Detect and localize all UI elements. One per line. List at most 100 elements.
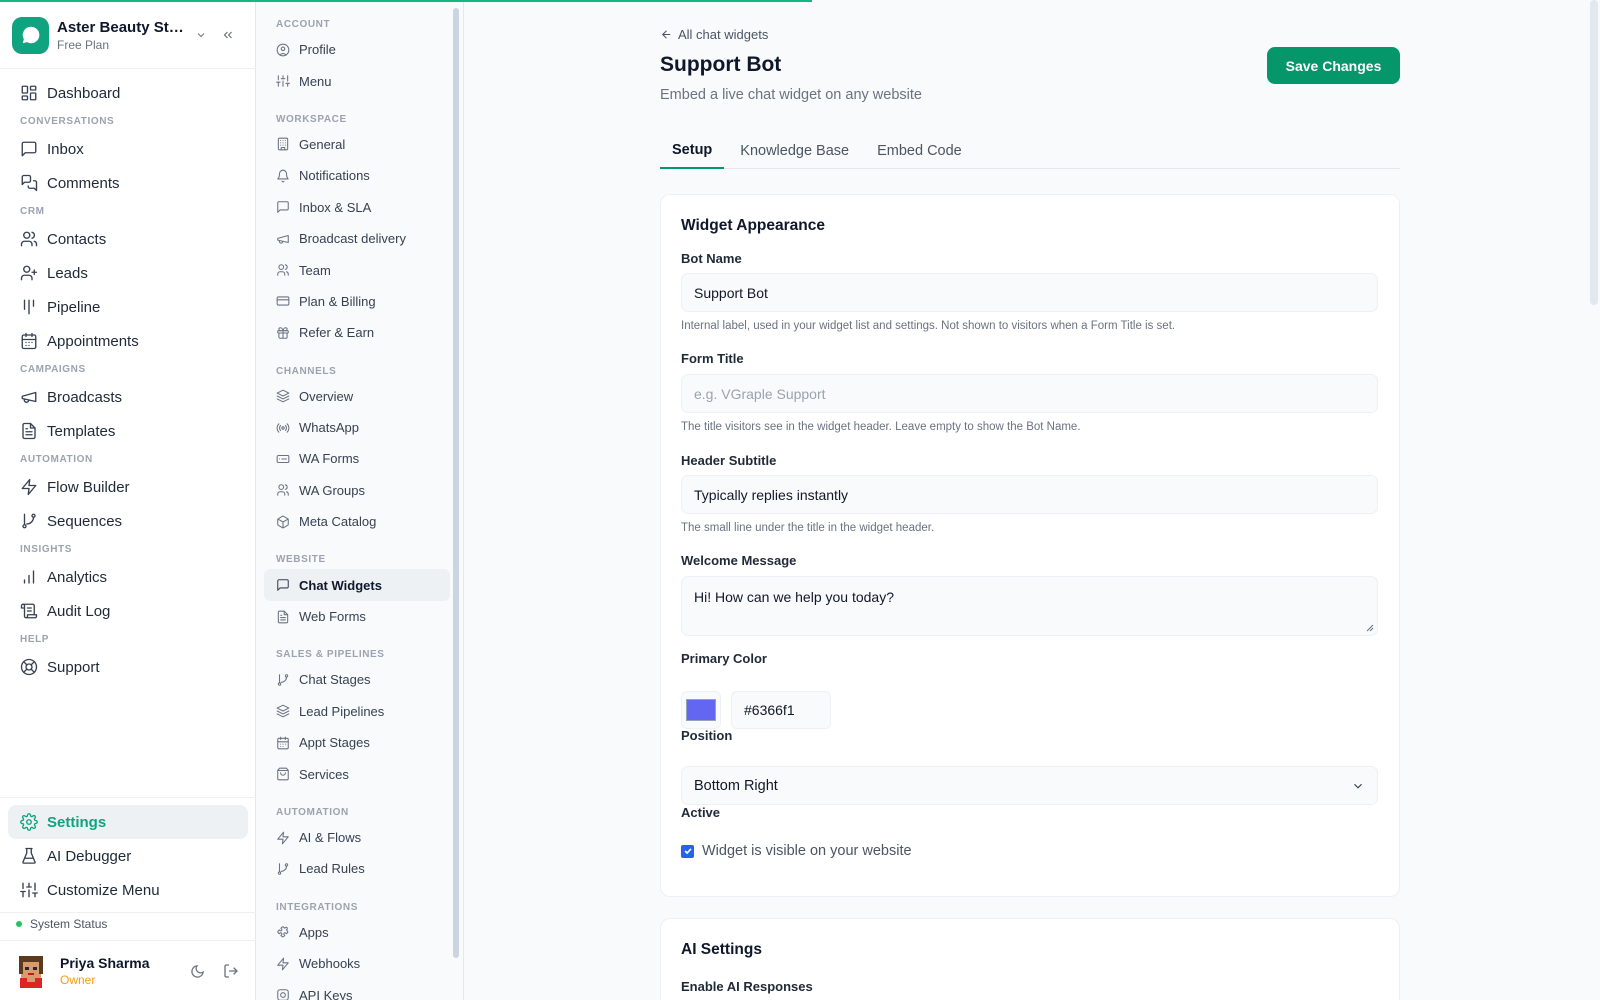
chevron-down-icon[interactable] <box>195 29 207 41</box>
sidebar-item-broadcasts[interactable]: Broadcasts <box>8 380 248 414</box>
active-checkbox[interactable] <box>681 844 694 858</box>
system-status[interactable]: System Status <box>16 917 107 931</box>
settings-sidebar: ACCOUNT Profile Menu WORKSPACE General Notifi… <box>256 0 464 1000</box>
tab-bar: Setup Knowledge Base Embed Code <box>660 132 1400 169</box>
avatar[interactable] <box>16 954 46 988</box>
workspace-name: Aster Beauty Stu... <box>57 18 189 36</box>
sidebar-item-inbox[interactable]: Inbox <box>8 132 248 166</box>
back-link[interactable]: All chat widgets <box>660 27 768 42</box>
nav-section-campaigns: CAMPAIGNS <box>20 363 86 375</box>
settings-item-chat-widgets[interactable]: Chat Widgets <box>264 569 450 601</box>
settings-item-label: WA Groups <box>299 482 365 498</box>
sidebar-item-sequences[interactable]: Sequences <box>8 504 248 538</box>
sidebar-item-dashboard[interactable]: Dashboard <box>8 76 248 110</box>
header-subtitle-input[interactable]: Typically replies instantly <box>681 475 1378 514</box>
tab-embed-code[interactable]: Embed Code <box>865 132 974 169</box>
settings-item-ai-and-flows[interactable]: AI & Flows <box>264 822 450 853</box>
settings-scrollbar[interactable] <box>453 8 459 958</box>
settings-item-webhooks[interactable]: Webhooks <box>264 948 450 979</box>
sidebar-item-contacts[interactable]: Contacts <box>8 222 248 256</box>
sidebar-item-support[interactable]: Support <box>8 650 248 684</box>
settings-item-web-forms[interactable]: Web Forms <box>264 601 450 632</box>
bot-name-input[interactable]: Support Bot <box>681 273 1378 312</box>
form-title-label: Form Title <box>681 351 744 366</box>
save-button[interactable]: Save Changes <box>1267 47 1400 84</box>
resize-handle-icon[interactable] <box>1366 624 1374 632</box>
collapse-sidebar-icon[interactable] <box>221 28 235 42</box>
settings-item-menu[interactable]: Menu <box>264 65 450 96</box>
sidebar-item-audit-log[interactable]: Audit Log <box>8 594 248 628</box>
settings-item-api-keys[interactable]: API Keys <box>264 979 450 1000</box>
workspace-switcher[interactable]: Aster Beauty Stu... Free Plan <box>12 15 244 55</box>
settings-item-inbox-and-sla[interactable]: Inbox & SLA <box>264 192 450 223</box>
settings-item-profile[interactable]: Profile <box>264 34 450 65</box>
settings-item-team[interactable]: Team <box>264 254 450 285</box>
bot-name-label: Bot Name <box>681 251 742 266</box>
settings-item-overview[interactable]: Overview <box>264 381 450 412</box>
sidebar-item-label: Customize Menu <box>47 881 160 899</box>
sidebar-item-analytics[interactable]: Analytics <box>8 560 248 594</box>
workspace-logo-icon <box>12 16 49 54</box>
inbox-icon <box>20 140 38 158</box>
active-label: Active <box>681 805 721 820</box>
settings-item-whatsapp[interactable]: WhatsApp <box>264 412 450 443</box>
settings-item-meta-catalog[interactable]: Meta Catalog <box>264 506 450 537</box>
gear-icon <box>20 813 38 831</box>
settings-item-refer-and-earn[interactable]: Refer & Earn <box>264 317 450 348</box>
color-picker[interactable] <box>681 691 721 729</box>
sidebar-item-pipeline[interactable]: Pipeline <box>8 290 248 324</box>
settings-item-apps[interactable]: Apps <box>264 917 450 948</box>
gift-icon <box>276 326 290 340</box>
page-scrollbar[interactable] <box>1590 0 1598 305</box>
bolt-icon <box>276 957 290 971</box>
sidebar-item-settings[interactable]: Settings <box>8 805 248 839</box>
settings-section-account: ACCOUNT <box>276 19 331 30</box>
settings-item-plan-and-billing[interactable]: Plan & Billing <box>264 286 450 317</box>
active-checkbox-label[interactable]: Widget is visible on your website <box>702 843 912 859</box>
settings-item-lead-rules[interactable]: Lead Rules <box>264 853 450 884</box>
sidebar-item-flow-builder[interactable]: Flow Builder <box>8 470 248 504</box>
divider <box>0 912 256 913</box>
sidebar-item-ai-debugger[interactable]: AI Debugger <box>8 839 248 873</box>
settings-item-label: Overview <box>299 388 354 404</box>
moon-icon[interactable] <box>190 964 205 979</box>
settings-item-services[interactable]: Services <box>264 758 450 789</box>
position-select[interactable]: Bottom Right <box>681 766 1378 805</box>
inbox-icon <box>276 200 290 214</box>
color-swatch <box>686 699 716 721</box>
settings-item-wa-groups[interactable]: WA Groups <box>264 475 450 506</box>
settings-item-wa-forms[interactable]: WA Forms <box>264 443 450 474</box>
sidebar-item-label: Appointments <box>47 332 139 350</box>
settings-item-label: Chat Stages <box>299 672 371 688</box>
sidebar-item-customize-menu[interactable]: Customize Menu <box>8 873 248 907</box>
tab-knowledge-base[interactable]: Knowledge Base <box>728 132 861 169</box>
settings-item-general[interactable]: General <box>264 129 450 160</box>
color-hex-input[interactable]: #6366f1 <box>731 691 831 729</box>
settings-item-chat-stages[interactable]: Chat Stages <box>264 664 450 695</box>
divider <box>0 797 256 798</box>
system-status-label: System Status <box>30 917 108 931</box>
settings-item-label: Notifications <box>299 168 370 184</box>
back-link-label: All chat widgets <box>678 27 769 42</box>
sidebar-item-label: Broadcasts <box>47 388 123 406</box>
tab-setup[interactable]: Setup <box>660 132 725 169</box>
active-checkbox-row: Widget is visible on your website <box>681 843 912 859</box>
puzzle-icon <box>276 925 290 939</box>
logout-icon[interactable] <box>223 963 239 979</box>
settings-item-label: General <box>299 136 346 152</box>
sidebar-item-appointments[interactable]: Appointments <box>8 324 248 358</box>
settings-item-broadcast-delivery[interactable]: Broadcast delivery <box>264 223 450 254</box>
sidebar-item-templates[interactable]: Templates <box>8 414 248 448</box>
settings-section-automation: AUTOMATION <box>276 806 349 818</box>
welcome-message-textarea[interactable]: Hi! How can we help you today? <box>681 576 1378 636</box>
settings-item-notifications[interactable]: Notifications <box>264 160 450 191</box>
sidebar-item-leads[interactable]: Leads <box>8 256 248 290</box>
chat-icon <box>276 578 290 592</box>
leads-icon <box>20 264 38 282</box>
settings-item-lead-pipelines[interactable]: Lead Pipelines <box>264 696 450 727</box>
team-icon <box>276 263 290 277</box>
page-subtitle: Embed a live chat widget on any website <box>660 87 922 103</box>
settings-item-appt-stages[interactable]: Appt Stages <box>264 727 450 758</box>
sidebar-item-comments[interactable]: Comments <box>8 166 248 200</box>
form-title-input[interactable]: e.g. VGraple Support <box>681 374 1378 413</box>
